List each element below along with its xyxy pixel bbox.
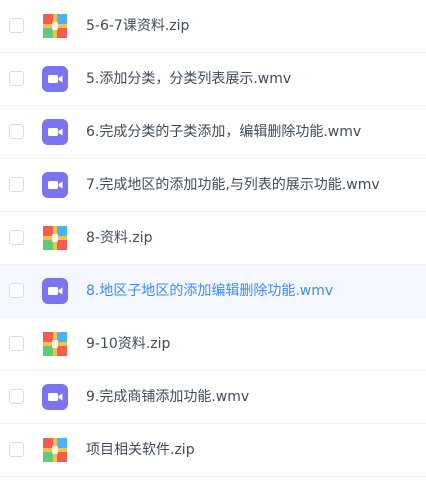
file-name[interactable]: 9-10资料.zip — [86, 335, 170, 353]
file-name[interactable]: 5-6-7课资料.zip — [86, 17, 189, 35]
video-file-icon — [42, 119, 68, 145]
checkbox[interactable] — [9, 283, 24, 298]
checkbox[interactable] — [9, 336, 24, 351]
file-name[interactable]: 项目相关软件.zip — [86, 441, 195, 459]
file-row[interactable]: 项目相关软件.zip — [0, 424, 426, 477]
zip-archive-icon — [42, 331, 68, 357]
file-row[interactable]: 8-资料.zip — [0, 212, 426, 265]
video-file-icon — [42, 172, 68, 198]
video-file-icon — [42, 278, 68, 304]
file-name[interactable]: 8.地区子地区的添加编辑删除功能.wmv — [86, 282, 333, 300]
file-name[interactable]: 7.完成地区的添加功能,与列表的展示功能.wmv — [86, 176, 380, 194]
zip-archive-icon — [42, 13, 68, 39]
checkbox[interactable] — [9, 18, 24, 33]
video-file-icon — [42, 66, 68, 92]
file-row[interactable]: 7.完成地区的添加功能,与列表的展示功能.wmv — [0, 159, 426, 212]
file-row[interactable]: 9.完成商铺添加功能.wmv — [0, 371, 426, 424]
file-list: 5-6-7课资料.zip 5.添加分类，分类列表展示.wmv 6.完成分类的子类… — [0, 0, 426, 484]
zip-archive-icon — [42, 225, 68, 251]
zip-archive-icon — [42, 437, 68, 463]
checkbox[interactable] — [9, 442, 24, 457]
checkbox[interactable] — [9, 389, 24, 404]
checkbox[interactable] — [9, 124, 24, 139]
file-row[interactable]: 5.添加分类，分类列表展示.wmv — [0, 53, 426, 106]
file-name[interactable]: 5.添加分类，分类列表展示.wmv — [86, 70, 291, 88]
file-row[interactable]: 6.完成分类的子类添加，编辑删除功能.wmv — [0, 106, 426, 159]
file-name[interactable]: 9.完成商铺添加功能.wmv — [86, 388, 249, 406]
video-file-icon — [42, 384, 68, 410]
file-row[interactable]: 5-6-7课资料.zip — [0, 0, 426, 53]
checkbox[interactable] — [9, 71, 24, 86]
file-name[interactable]: 8-资料.zip — [86, 229, 153, 247]
checkbox[interactable] — [9, 177, 24, 192]
file-row[interactable]: 9-10资料.zip — [0, 318, 426, 371]
file-name[interactable]: 6.完成分类的子类添加，编辑删除功能.wmv — [86, 123, 361, 141]
checkbox[interactable] — [9, 230, 24, 245]
file-row[interactable]: 8.地区子地区的添加编辑删除功能.wmv — [0, 265, 426, 318]
